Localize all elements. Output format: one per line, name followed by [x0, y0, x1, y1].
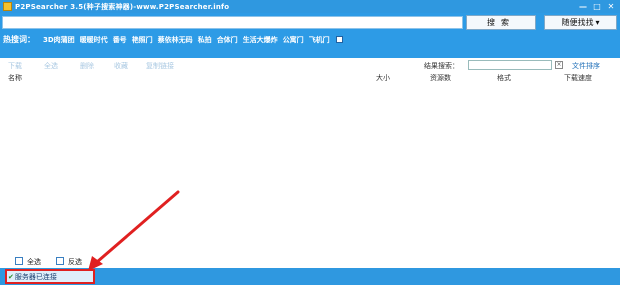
toolbar: 下载 全选 删除 收藏 复制链接 结果搜索： × 文件排序: [0, 58, 620, 72]
hot-word-link[interactable]: 飞机门: [309, 35, 330, 45]
title-bar: P2PSearcher 3.5(种子搜索神器)-www.P2PSearcher.…: [0, 0, 620, 13]
favorite-button[interactable]: 收藏: [114, 61, 128, 71]
server-status-text: 服务器已连接: [14, 273, 57, 281]
hot-word-link[interactable]: 番号: [113, 35, 127, 45]
hot-words-row: 热搜词： 3D肉蒲团 暖暖时代 番号 艳照门 蔡依林无码 私拍 合体门 生活大爆…: [3, 34, 343, 45]
close-button[interactable]: ✕: [604, 1, 618, 12]
hot-word-link[interactable]: 3D肉蒲团: [43, 35, 75, 45]
clear-icon[interactable]: ×: [555, 61, 563, 69]
file-sort-link[interactable]: 文件排序: [572, 61, 600, 71]
random-search-label: 随便找找: [561, 18, 594, 27]
status-bar: ✔服务器已连接: [0, 268, 620, 285]
hot-words-label: 热搜词：: [3, 35, 35, 44]
selection-row: 全选 反选: [0, 254, 620, 268]
select-all-checkbox[interactable]: [15, 257, 23, 265]
results-list[interactable]: [0, 82, 620, 254]
window-title: P2PSearcher 3.5(种子搜索神器)-www.P2PSearcher.…: [15, 2, 230, 11]
delete-button[interactable]: 删除: [80, 61, 94, 71]
search-button[interactable]: 搜索: [466, 15, 536, 30]
select-all-tool-button[interactable]: 全选: [44, 61, 58, 71]
hot-word-link[interactable]: 生活大爆炸: [243, 35, 278, 45]
hot-word-link[interactable]: 暖暖时代: [80, 35, 108, 45]
download-button[interactable]: 下载: [8, 61, 22, 71]
result-search-input[interactable]: [468, 60, 552, 70]
column-header: 名称 大小 资源数 格式 下载速度: [0, 72, 620, 82]
maximize-button[interactable]: □: [590, 1, 604, 12]
refresh-hot-words-icon[interactable]: [335, 36, 343, 43]
hot-word-link[interactable]: 艳照门: [132, 35, 153, 45]
minimize-button[interactable]: —: [576, 1, 590, 12]
hot-word-link[interactable]: 合体门: [217, 35, 238, 45]
server-status: ✔服务器已连接: [8, 272, 57, 282]
select-all-label: 全选: [27, 258, 41, 266]
search-input[interactable]: [2, 16, 463, 29]
invert-selection-checkbox[interactable]: [56, 257, 64, 265]
check-icon: ✔: [8, 273, 14, 281]
random-search-button[interactable]: 随便找找 ▾: [544, 15, 617, 30]
app-icon: [3, 2, 12, 11]
window-controls: — □ ✕: [576, 1, 618, 12]
chevron-down-icon: ▾: [595, 18, 600, 27]
invert-selection-label: 反选: [68, 258, 82, 266]
result-search-label: 结果搜索：: [424, 62, 459, 70]
copy-link-button[interactable]: 复制链接: [146, 61, 174, 71]
hot-word-link[interactable]: 蔡依林无码: [158, 35, 193, 45]
hot-word-link[interactable]: 公寓门: [283, 35, 304, 45]
hot-word-link[interactable]: 私拍: [198, 35, 212, 45]
search-band: 搜索 随便找找 ▾ 热搜词： 3D肉蒲团 暖暖时代 番号 艳照门 蔡依林无码 私…: [0, 13, 620, 58]
